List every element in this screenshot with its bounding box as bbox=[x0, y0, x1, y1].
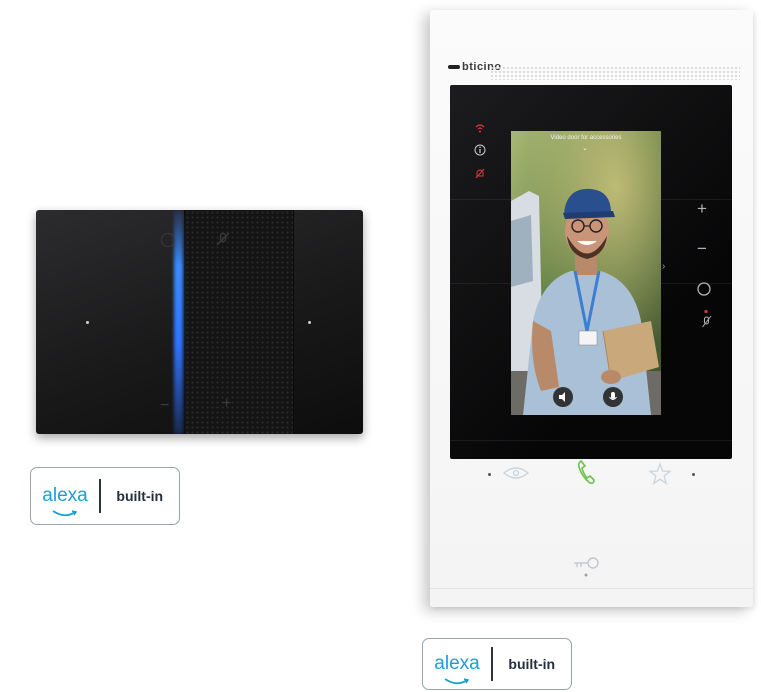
alexa-built-in-badge: alexa built-in bbox=[422, 638, 572, 690]
alexa-logo-text: alexa bbox=[42, 485, 88, 506]
speaker-icon bbox=[559, 392, 565, 402]
microphone-icon bbox=[609, 392, 617, 400]
bottom-divider bbox=[430, 588, 753, 589]
key-icon[interactable] bbox=[571, 553, 601, 579]
star-icon[interactable] bbox=[648, 462, 672, 486]
camera-feed: Video door for accessories ⌄ bbox=[511, 131, 661, 415]
eye-icon[interactable] bbox=[502, 465, 530, 481]
power-icon[interactable] bbox=[696, 281, 712, 300]
brand-mark-icon bbox=[448, 65, 460, 70]
handset-icon[interactable] bbox=[577, 459, 595, 485]
smart-speaker-device: − + bbox=[36, 210, 363, 434]
chevron-right-icon[interactable]: › bbox=[662, 261, 665, 272]
info-icon[interactable] bbox=[474, 144, 486, 159]
volume-down-icon[interactable]: − bbox=[160, 398, 169, 414]
microphone-button[interactable] bbox=[603, 387, 623, 407]
left-touch-dot[interactable] bbox=[86, 321, 89, 324]
speaker-button[interactable] bbox=[553, 387, 573, 407]
power-icon[interactable] bbox=[161, 233, 175, 247]
alexa-logo-text: alexa bbox=[434, 653, 480, 674]
screen-divider bbox=[450, 440, 732, 441]
intercom-screen: + − Video door for accessories ⌄ › bbox=[450, 85, 732, 459]
mic-mute-icon[interactable] bbox=[216, 232, 230, 246]
alexa-logo: alexa bbox=[31, 485, 99, 517]
camera-overlay-text: Video door for accessories bbox=[550, 135, 622, 141]
volume-up-icon[interactable]: + bbox=[697, 200, 707, 217]
right-touch-dot[interactable] bbox=[308, 321, 311, 324]
left-indicator-dot bbox=[488, 473, 491, 476]
speaker-grille bbox=[184, 210, 294, 434]
alexa-built-in-badge: alexa built-in bbox=[30, 467, 180, 525]
chevron-down-icon[interactable]: ⌄ bbox=[582, 144, 588, 152]
right-indicator-dot bbox=[692, 473, 695, 476]
blue-light-strip bbox=[174, 210, 183, 434]
mic-mute-icon[interactable] bbox=[702, 309, 712, 332]
volume-down-icon[interactable]: − bbox=[697, 240, 707, 257]
intercom-speaker-grille bbox=[490, 66, 740, 80]
alexa-smile-icon bbox=[52, 510, 78, 517]
delivery-person-photo bbox=[511, 131, 661, 415]
video-intercom-device: bticino + − Video door for accessories ⌄ bbox=[430, 10, 753, 607]
built-in-label: built-in bbox=[116, 488, 164, 504]
alexa-logo: alexa bbox=[423, 653, 491, 685]
volume-up-icon[interactable]: + bbox=[222, 396, 231, 412]
built-in-label: built-in bbox=[508, 656, 556, 672]
alexa-smile-icon bbox=[444, 678, 470, 685]
bell-off-icon[interactable] bbox=[475, 168, 485, 182]
wifi-icon bbox=[475, 123, 485, 136]
